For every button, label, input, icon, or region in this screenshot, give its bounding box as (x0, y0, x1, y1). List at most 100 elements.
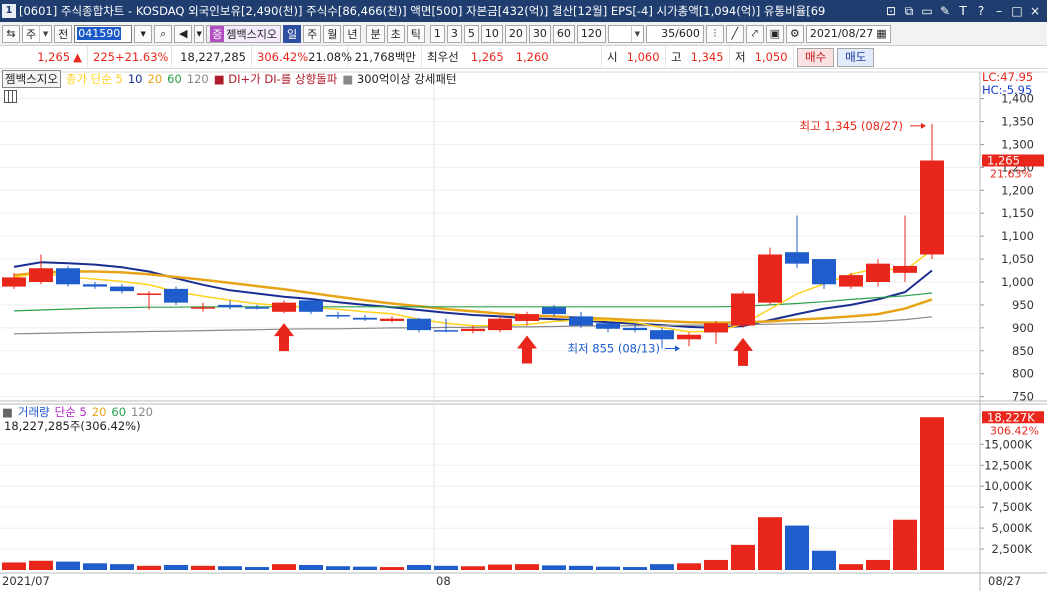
candle (920, 160, 944, 255)
volume-bar (326, 566, 350, 570)
price-chart[interactable]: 최고 1,345 (08/27)최저 855 (08/13) 1,4001,35… (0, 0, 1047, 591)
price-tick-label: 1,200 (1001, 183, 1034, 197)
current-volume-label: 18,227K (987, 410, 1035, 424)
legend-ma120[interactable]: 120 (187, 72, 209, 86)
volume-bar (380, 567, 404, 570)
volume-bar (218, 566, 242, 570)
candle (83, 284, 107, 287)
legend-ma20[interactable]: 20 (148, 72, 163, 86)
legend-stock-name[interactable]: 젬백스지오 (2, 70, 61, 88)
candle (677, 334, 701, 340)
candle (812, 259, 836, 285)
candle (650, 330, 674, 340)
volume-bar (434, 565, 458, 570)
candle (488, 318, 512, 331)
price-tick-label: 1,050 (1001, 252, 1034, 266)
price-tick-label: 800 (1012, 367, 1034, 381)
current-volume-pct: 306.42% (990, 424, 1039, 437)
volume-bar (245, 567, 269, 570)
volume-bar (650, 564, 674, 570)
volume-bar (110, 564, 134, 570)
candle (893, 265, 917, 273)
candle (272, 302, 296, 312)
volume-bar (812, 550, 836, 570)
legend-vol-ma60[interactable]: 60 (111, 405, 126, 419)
volume-bar (407, 564, 431, 570)
volume-info: 18,227,285주(306.42%) (4, 419, 141, 433)
price-tick-label: 900 (1012, 321, 1034, 335)
volume-bar (866, 559, 890, 570)
x-label-month: 08 (436, 574, 451, 588)
candle (839, 275, 863, 287)
volume-bar (542, 565, 566, 570)
volume-tick-label: 5,000K (992, 521, 1033, 535)
buy-signal-arrow (517, 335, 537, 364)
volume-bar (596, 566, 620, 570)
volume-tick-label: 2,500K (992, 542, 1033, 556)
candle (515, 314, 539, 321)
candle (110, 286, 134, 292)
volume-bar (920, 417, 944, 570)
volume-bar (758, 517, 782, 570)
volume-bar (893, 519, 917, 570)
candle (758, 254, 782, 303)
legend-ma10[interactable]: 10 (128, 72, 143, 86)
x-label-end: 08/27 (988, 574, 1021, 588)
hc-value: HC:-5.95 (982, 83, 1033, 97)
high-annotation-arrowhead (921, 122, 926, 129)
volume-bar (56, 561, 80, 570)
legend-vol-ma20[interactable]: 20 (92, 405, 107, 419)
volume-bar (623, 567, 647, 570)
candle (461, 328, 485, 332)
volume-bar (29, 560, 53, 570)
candle (569, 316, 593, 326)
candle (218, 304, 242, 308)
volume-bar (137, 565, 161, 570)
volume-tick-label: 15,000K (984, 437, 1032, 451)
legend-vol-ma120[interactable]: 120 (131, 405, 153, 419)
candle (29, 268, 53, 282)
volume-bar (299, 564, 323, 570)
candle (542, 307, 566, 315)
candle (353, 317, 377, 320)
volume-bar (785, 525, 809, 570)
legend-ma60[interactable]: 60 (167, 72, 182, 86)
volume-bar (191, 565, 215, 570)
legend-ma5[interactable]: 종가 단순 5 (66, 71, 123, 87)
price-tick-label: 750 (1012, 390, 1034, 404)
corner-indicator: LC:47.95 HC:-5.95 (982, 71, 1033, 97)
candle (191, 307, 215, 309)
volume-bar (353, 566, 377, 570)
high-annotation: 최고 1,345 (08/27) (799, 119, 903, 133)
candle (164, 288, 188, 303)
price-tick-label: 850 (1012, 344, 1034, 358)
candle (326, 315, 350, 317)
candle (434, 330, 458, 332)
volume-bar (569, 565, 593, 570)
candle (731, 293, 755, 326)
volume-legend: ■ 거래량 단순 5 20 60 120 (2, 404, 153, 419)
volume-tick-label: 12,500K (984, 458, 1032, 472)
volume-bar (83, 563, 107, 570)
candle (299, 300, 323, 312)
volume-bar (731, 544, 755, 570)
price-tick-label: 1,150 (1001, 206, 1034, 220)
candle (785, 252, 809, 264)
price-tick-label: 1,350 (1001, 115, 1034, 129)
current-price-label: 1,265 (987, 153, 1020, 167)
price-legend: 젬백스지오 종가 단순 5 10 20 60 120 ■ DI+가 DI-를 상… (2, 70, 457, 88)
x-label-start: 2021/07 (2, 574, 50, 588)
grid-toggle-icon[interactable] (4, 90, 17, 103)
price-tick-label: 1,000 (1001, 275, 1034, 289)
volume-bar (272, 564, 296, 570)
volume-bar (515, 564, 539, 570)
candle (596, 323, 620, 329)
candle (623, 327, 647, 331)
candle (137, 293, 161, 295)
legend-signal-pattern[interactable]: ■ 300억이상 강세패턴 (342, 71, 456, 87)
candle (407, 318, 431, 331)
price-tick-label: 1,100 (1001, 229, 1034, 243)
candle (380, 318, 404, 321)
legend-signal-di[interactable]: ■ DI+가 DI-를 상향돌파 (214, 71, 338, 87)
volume-bar (2, 562, 26, 570)
